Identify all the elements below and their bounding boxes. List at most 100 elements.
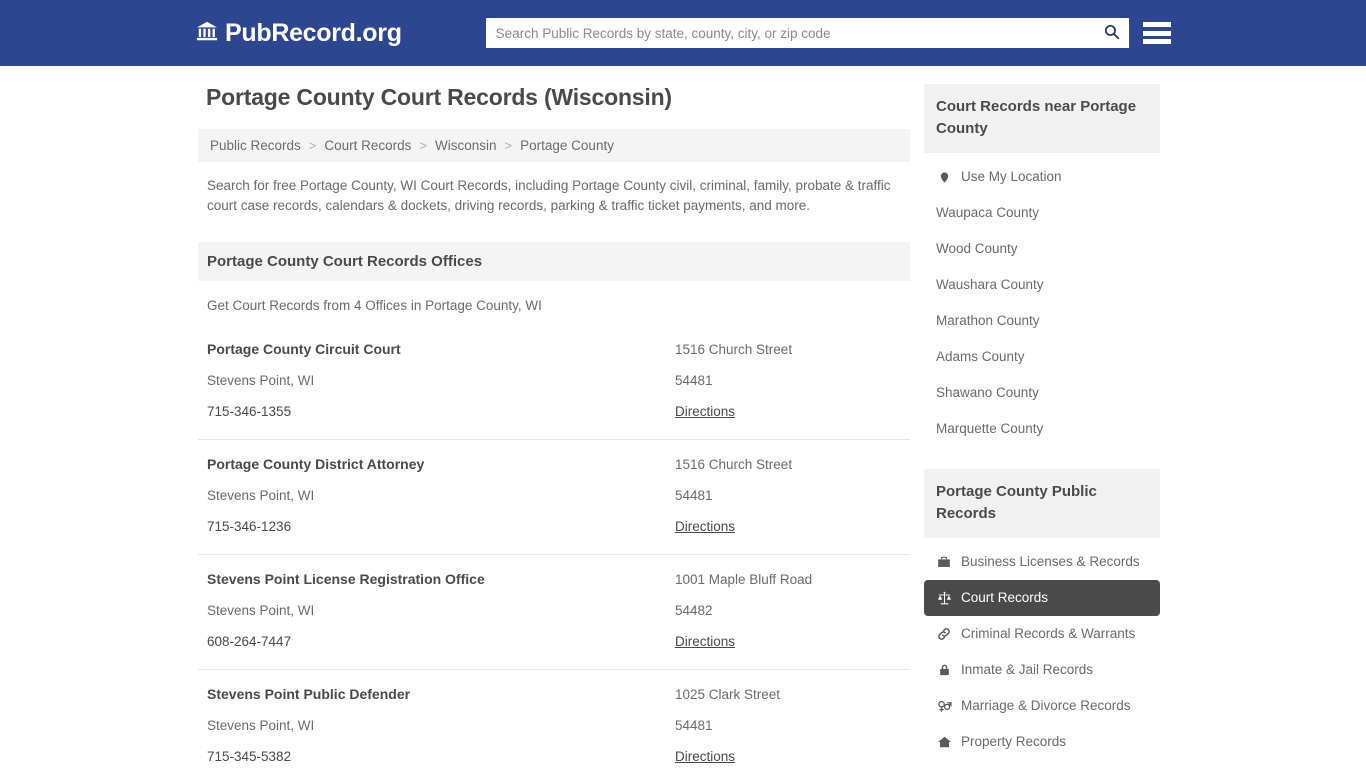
sidebar-item-property-records[interactable]: Property Records — [924, 724, 1160, 760]
sidebar-item-label: Property Records — [961, 734, 1067, 749]
site-logo[interactable]: PubRecord.org — [196, 19, 402, 48]
office-city: Stevens Point, WI — [207, 603, 315, 618]
breadcrumb-separator: > — [504, 138, 513, 153]
sidebar-nearby-list: Use My Location Waupaca County Wood Coun… — [924, 153, 1160, 447]
office-left-column: Stevens Point Public Defender Stevens Po… — [207, 686, 675, 766]
office-phone[interactable]: 608-264-7447 — [207, 633, 675, 650]
sidebar-item-marathon-county[interactable]: Marathon County — [924, 303, 1160, 339]
office-name[interactable]: Stevens Point Public Defender — [207, 686, 675, 703]
office-left-column: Portage County District Attorney Stevens… — [207, 456, 675, 536]
directions-link[interactable]: Directions — [675, 749, 735, 764]
content-container: Portage County Court Records (Wisconsin)… — [198, 84, 1168, 768]
search-icon — [1103, 23, 1120, 43]
office-name[interactable]: Stevens Point License Registration Offic… — [207, 571, 675, 588]
sidebar-item-label: Inmate & Jail Records — [961, 662, 1094, 677]
bank-building-icon — [196, 20, 218, 47]
office-street: 1001 Maple Bluff Road — [675, 572, 813, 587]
hamburger-menu-icon[interactable] — [1142, 20, 1171, 46]
search-input[interactable] — [485, 18, 1095, 48]
sidebar-item-use-my-location[interactable]: Use My Location — [924, 159, 1160, 195]
office-right-column: 1516 Church Street 54481 Directions — [675, 456, 901, 536]
office-row: Portage County Circuit Court Stevens Poi… — [198, 325, 910, 440]
office-right-column: 1516 Church Street 54481 Directions — [675, 341, 901, 421]
office-phone[interactable]: 715-346-1236 — [207, 518, 675, 535]
breadcrumb-item-public-records[interactable]: Public Records — [207, 138, 304, 153]
offices-list: Portage County Circuit Court Stevens Poi… — [198, 325, 910, 768]
sidebar-item-label: Marriage & Divorce Records — [961, 698, 1131, 713]
breadcrumb-item-wisconsin[interactable]: Wisconsin — [432, 138, 500, 153]
office-row: Portage County District Attorney Stevens… — [198, 440, 910, 555]
sidebar-item-wood-county[interactable]: Wood County — [924, 231, 1160, 267]
sidebar-public-records-list: Business Licenses & Records Court Record… — [924, 538, 1160, 760]
map-pin-icon — [936, 170, 952, 185]
office-city: Stevens Point, WI — [207, 718, 315, 733]
office-city: Stevens Point, WI — [207, 373, 315, 388]
breadcrumb-item-portage-county[interactable]: Portage County — [517, 138, 617, 153]
directions-link[interactable]: Directions — [675, 519, 735, 534]
office-phone[interactable]: 715-346-1355 — [207, 403, 675, 420]
site-header: PubRecord.org — [0, 0, 1366, 66]
link-chain-icon — [936, 627, 952, 641]
sidebar-item-label: Waushara County — [936, 277, 1044, 292]
sidebar-item-label: Criminal Records & Warrants — [961, 626, 1136, 641]
lock-icon — [936, 663, 952, 677]
sidebar-item-label: Business Licenses & Records — [961, 554, 1140, 569]
office-zip: 54482 — [675, 603, 713, 618]
sidebar-public-records-block: Portage County Public Records Business L… — [924, 469, 1160, 760]
briefcase-icon — [936, 555, 952, 569]
page-intro-text: Search for free Portage County, WI Court… — [207, 178, 891, 213]
sidebar: Court Records near Portage County Use My… — [924, 84, 1160, 768]
sidebar-item-label: Court Records — [961, 590, 1049, 605]
sidebar-item-marriage-divorce-records[interactable]: Marriage & Divorce Records — [924, 688, 1160, 724]
directions-link[interactable]: Directions — [675, 404, 735, 419]
page-title: Portage County Court Records (Wisconsin) — [206, 84, 672, 110]
sidebar-item-adams-county[interactable]: Adams County — [924, 339, 1160, 375]
breadcrumb-separator: > — [419, 138, 428, 153]
office-left-column: Stevens Point License Registration Offic… — [207, 571, 675, 651]
main-column: Portage County Court Records (Wisconsin)… — [198, 84, 910, 768]
venus-mars-icon — [936, 699, 952, 713]
sidebar-item-label: Marquette County — [936, 421, 1044, 436]
offices-section-subheading: Get Court Records from 4 Offices in Port… — [207, 298, 542, 313]
sidebar-item-label: Marathon County — [936, 313, 1040, 328]
page-body: Portage County Court Records (Wisconsin)… — [0, 66, 1366, 768]
office-street: 1516 Church Street — [675, 342, 793, 357]
site-logo-text: PubRecord.org — [225, 18, 402, 47]
sidebar-nearby-heading: Court Records near Portage County — [924, 84, 1160, 153]
sidebar-item-label: Wood County — [936, 241, 1018, 256]
sidebar-item-criminal-records[interactable]: Criminal Records & Warrants — [924, 616, 1160, 652]
office-phone[interactable]: 715-345-5382 — [207, 748, 675, 765]
scales-of-justice-icon — [936, 591, 952, 606]
office-left-column: Portage County Circuit Court Stevens Poi… — [207, 341, 675, 421]
breadcrumb-separator: > — [308, 138, 317, 153]
office-right-column: 1025 Clark Street 54481 Directions — [675, 686, 901, 766]
office-zip: 54481 — [675, 373, 713, 388]
sidebar-item-label: Waupaca County — [936, 205, 1040, 220]
breadcrumb-item-court-records[interactable]: Court Records — [321, 138, 414, 153]
sidebar-item-waupaca-county[interactable]: Waupaca County — [924, 195, 1160, 231]
sidebar-public-records-heading: Portage County Public Records — [924, 469, 1160, 538]
office-row: Stevens Point Public Defender Stevens Po… — [198, 670, 910, 768]
search-button[interactable] — [1095, 18, 1129, 48]
office-name[interactable]: Portage County District Attorney — [207, 456, 675, 473]
sidebar-item-marquette-county[interactable]: Marquette County — [924, 411, 1160, 447]
office-street: 1516 Church Street — [675, 457, 793, 472]
sidebar-item-inmate-jail-records[interactable]: Inmate & Jail Records — [924, 652, 1160, 688]
sidebar-item-label: Use My Location — [961, 169, 1062, 184]
offices-section-heading: Portage County Court Records Offices — [198, 242, 910, 281]
sidebar-item-label: Shawano County — [936, 385, 1039, 400]
sidebar-item-shawano-county[interactable]: Shawano County — [924, 375, 1160, 411]
search-bar — [485, 18, 1129, 48]
office-street: 1025 Clark Street — [675, 687, 781, 702]
office-zip: 54481 — [675, 488, 713, 503]
sidebar-item-business-licenses[interactable]: Business Licenses & Records — [924, 544, 1160, 580]
sidebar-item-court-records[interactable]: Court Records — [924, 580, 1160, 616]
office-city: Stevens Point, WI — [207, 488, 315, 503]
house-icon — [936, 735, 952, 749]
office-zip: 54481 — [675, 718, 713, 733]
breadcrumb: Public Records > Court Records > Wiscons… — [198, 129, 910, 162]
office-right-column: 1001 Maple Bluff Road 54482 Directions — [675, 571, 901, 651]
office-name[interactable]: Portage County Circuit Court — [207, 341, 675, 358]
directions-link[interactable]: Directions — [675, 634, 735, 649]
sidebar-item-waushara-county[interactable]: Waushara County — [924, 267, 1160, 303]
